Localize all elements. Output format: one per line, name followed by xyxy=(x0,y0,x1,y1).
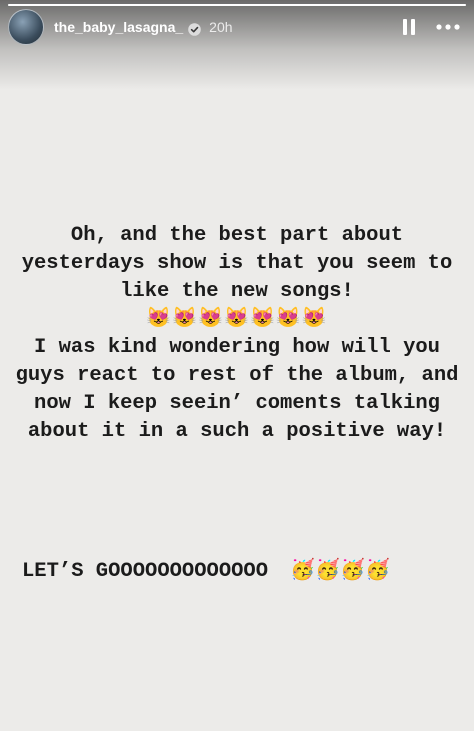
story-progress-fill xyxy=(8,4,466,6)
verified-badge-icon xyxy=(188,21,201,36)
more-options-button[interactable] xyxy=(434,16,462,38)
username[interactable]: the_baby_lasagna_ xyxy=(54,19,183,35)
story-progress-bar xyxy=(8,4,466,6)
post-time: 20h xyxy=(209,19,233,35)
lets-go-text: LET’S GOOOOOOOOOOOOO xyxy=(22,560,269,583)
party-face-emojis: 🥳🥳🥳🥳 xyxy=(290,560,390,583)
avatar[interactable] xyxy=(8,9,44,45)
lets-go-line: LET’S GOOOOOOOOOOOOO 🥳🥳🥳🥳 xyxy=(22,558,390,586)
pause-button[interactable] xyxy=(398,16,420,38)
story-view[interactable]: the_baby_lasagna_ 20h Oh, and the best p… xyxy=(0,0,474,731)
story-paragraph-1: Oh, and the best part about yesterdays s… xyxy=(21,224,453,303)
more-options-icon xyxy=(436,24,460,30)
story-paragraph-2: I was kind wondering how will you guys r… xyxy=(15,336,459,443)
pause-icon xyxy=(403,19,415,35)
story-text: Oh, and the best part about yesterdays s… xyxy=(10,222,464,446)
heart-eyes-cat-emojis: 😻😻😻😻😻😻😻 xyxy=(146,308,328,331)
story-header: the_baby_lasagna_ 20h xyxy=(8,8,462,46)
